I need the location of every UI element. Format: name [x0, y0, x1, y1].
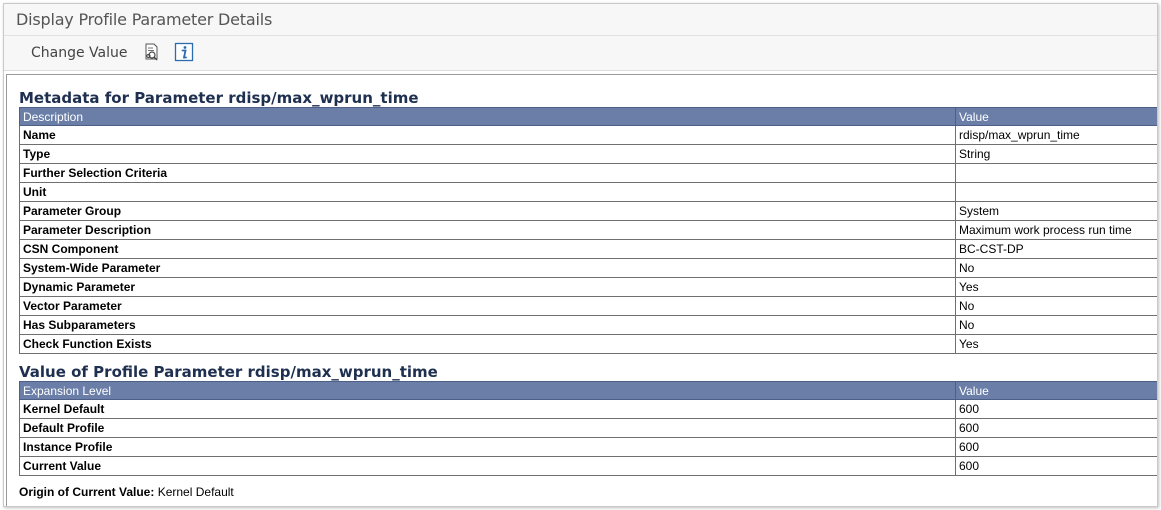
metadata-table: Description Value Name rdisp/max_wprun_ti… [19, 107, 1157, 354]
row-label: Name [19, 125, 956, 145]
row-label: Unit [19, 182, 956, 202]
metadata-section-title: Metadata for Parameter rdisp/max_wprun_t… [19, 89, 419, 107]
row-value [955, 182, 1157, 202]
content-area: Metadata for Parameter rdisp/max_wprun_t… [6, 74, 1157, 506]
row-label: Check Function Exists [19, 334, 956, 354]
table-row[interactable]: Parameter Description Maximum work proces… [19, 220, 1157, 240]
column-header-description[interactable]: Description [19, 107, 956, 126]
table-row[interactable]: Parameter Group System [19, 201, 1157, 221]
row-value: 600 [955, 418, 1157, 438]
table-row[interactable]: Type String [19, 144, 1157, 164]
row-label: Has Subparameters [19, 315, 956, 335]
table-row[interactable]: Unit [19, 182, 1157, 202]
table-row[interactable]: Vector Parameter No [19, 296, 1157, 316]
row-value [955, 163, 1157, 183]
row-value: No [955, 315, 1157, 335]
row-value: Yes [955, 334, 1157, 354]
row-value: rdisp/max_wprun_time [955, 125, 1157, 145]
row-value: System [955, 201, 1157, 221]
row-label: Default Profile [19, 418, 956, 438]
value-section-title: Value of Profile Parameter rdisp/max_wpr… [19, 363, 438, 381]
row-value: 600 [955, 456, 1157, 476]
row-label: Parameter Description [19, 220, 956, 240]
table-row[interactable]: Dynamic Parameter Yes [19, 277, 1157, 297]
row-label: Further Selection Criteria [19, 163, 956, 183]
column-header-value[interactable]: Value [955, 381, 1157, 400]
origin-of-current-value: Origin of Current Value: Kernel Default [19, 485, 234, 499]
row-label: Kernel Default [19, 399, 956, 419]
window-title: Display Profile Parameter Details [16, 10, 273, 29]
row-label: Parameter Group [19, 201, 956, 221]
row-label: CSN Component [19, 239, 956, 259]
info-icon[interactable] [174, 42, 194, 62]
row-value: 600 [955, 399, 1157, 419]
value-table-header: Expansion Level Value [19, 381, 1157, 400]
row-value: No [955, 296, 1157, 316]
metadata-table-header: Description Value [19, 107, 1157, 126]
row-value: Maximum work process run time [955, 220, 1157, 240]
row-value: Yes [955, 277, 1157, 297]
table-row[interactable]: Instance Profile 600 [19, 437, 1157, 457]
row-label: Instance Profile [19, 437, 956, 457]
table-row[interactable]: System-Wide Parameter No [19, 258, 1157, 278]
row-label: Current Value [19, 456, 956, 476]
column-header-value[interactable]: Value [955, 107, 1157, 126]
table-row[interactable]: Name rdisp/max_wprun_time [19, 125, 1157, 145]
table-row[interactable]: Default Profile 600 [19, 418, 1157, 438]
row-label: Type [19, 144, 956, 164]
table-row[interactable]: Check Function Exists Yes [19, 334, 1157, 354]
toolbar: Change Value [4, 36, 1157, 71]
change-value-button[interactable]: Change Value [31, 45, 128, 61]
row-value: No [955, 258, 1157, 278]
column-header-expansion-level[interactable]: Expansion Level [19, 381, 956, 400]
table-row[interactable]: Further Selection Criteria [19, 163, 1157, 183]
document-search-icon[interactable] [142, 42, 162, 62]
table-row[interactable]: Has Subparameters No [19, 315, 1157, 335]
origin-value: Kernel Default [157, 485, 234, 499]
row-label: System-Wide Parameter [19, 258, 956, 278]
table-row[interactable]: CSN Component BC-CST-DP [19, 239, 1157, 259]
row-value: 600 [955, 437, 1157, 457]
title-bar: Display Profile Parameter Details [4, 4, 1157, 36]
table-row[interactable]: Current Value 600 [19, 456, 1157, 476]
row-label: Vector Parameter [19, 296, 956, 316]
value-table: Expansion Level Value Kernel Default 600 … [19, 381, 1157, 476]
row-label: Dynamic Parameter [19, 277, 956, 297]
table-row[interactable]: Kernel Default 600 [19, 399, 1157, 419]
origin-label: Origin of Current Value: [19, 485, 155, 499]
row-value: String [955, 144, 1157, 164]
dialog-window: Display Profile Parameter Details Change… [3, 3, 1158, 507]
row-value: BC-CST-DP [955, 239, 1157, 259]
